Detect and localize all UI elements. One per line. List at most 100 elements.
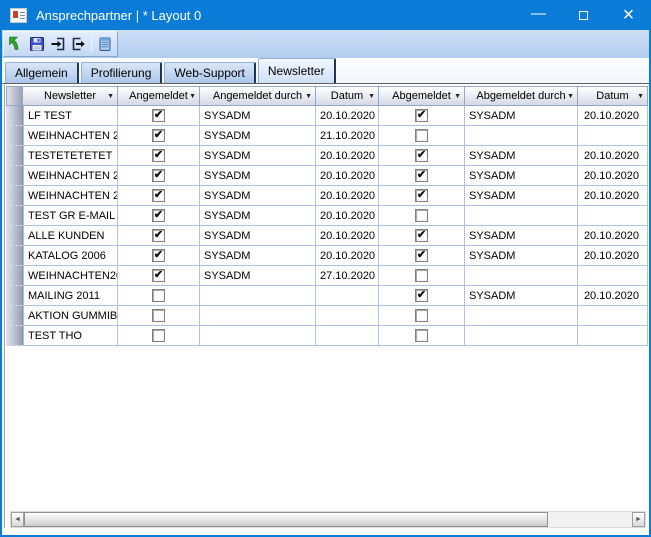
cell-newsletter[interactable]: ALLE KUNDEN (23, 226, 118, 246)
column-header-newsletter[interactable]: Newsletter▼ (23, 86, 118, 106)
cell-datum_an[interactable]: 20.10.2020 (316, 206, 379, 226)
column-header-angemeldet[interactable]: Angemeldet▼ (118, 86, 200, 106)
cell-abgemeldet_durch[interactable] (465, 306, 578, 326)
cell-abgemeldet_durch[interactable]: SYSADM (465, 246, 578, 266)
angemeldet-checkbox[interactable]: ✔ (152, 229, 165, 242)
cell-datum_ab[interactable]: 20.10.2020 (578, 286, 648, 306)
row-selector[interactable] (6, 266, 23, 286)
cell-angemeldet[interactable]: ✔ (118, 226, 200, 246)
abgemeldet-checkbox[interactable]: ✔ (415, 169, 428, 182)
row-selector[interactable] (6, 246, 23, 266)
cell-angemeldet_durch[interactable]: SYSADM (200, 106, 316, 126)
abgemeldet-checkbox[interactable]: ✔ (415, 229, 428, 242)
notes-button[interactable] (94, 33, 115, 55)
angemeldet-checkbox[interactable]: ✔ (152, 249, 165, 262)
horizontal-scrollbar[interactable]: ◄ ► (10, 511, 646, 528)
cell-abgemeldet_durch[interactable]: SYSADM (465, 106, 578, 126)
cell-angemeldet_durch[interactable] (200, 326, 316, 346)
cell-datum_an[interactable]: 20.10.2020 (316, 226, 379, 246)
cell-angemeldet[interactable]: ✔ (118, 206, 200, 226)
save-button[interactable] (27, 33, 48, 55)
cell-datum_an[interactable]: 20.10.2020 (316, 166, 379, 186)
column-header-abgemeldet[interactable]: Abgemeldet▼ (379, 86, 465, 106)
tab-allgemein[interactable]: Allgemein (5, 62, 79, 83)
cell-abgemeldet[interactable] (379, 206, 465, 226)
cell-datum_ab[interactable] (578, 306, 648, 326)
angemeldet-checkbox[interactable] (152, 309, 165, 322)
scroll-left-button[interactable]: ◄ (11, 512, 24, 527)
row-selector[interactable] (6, 186, 23, 206)
minimize-button[interactable]: — (516, 0, 561, 30)
row-selector[interactable] (6, 146, 23, 166)
angemeldet-checkbox[interactable]: ✔ (152, 129, 165, 142)
filter-dropdown-icon[interactable]: ▼ (454, 93, 461, 100)
cell-angemeldet[interactable]: ✔ (118, 106, 200, 126)
row-selector[interactable] (6, 166, 23, 186)
cell-newsletter[interactable]: WEIHNACHTEN 2 (23, 126, 118, 146)
cell-angemeldet_durch[interactable]: SYSADM (200, 166, 316, 186)
angemeldet-checkbox[interactable]: ✔ (152, 189, 165, 202)
cell-angemeldet_durch[interactable]: SYSADM (200, 126, 316, 146)
cell-angemeldet[interactable] (118, 306, 200, 326)
cell-newsletter[interactable]: WEIHNACHTEN20 (23, 266, 118, 286)
cell-angemeldet_durch[interactable] (200, 286, 316, 306)
cell-newsletter[interactable]: LF TEST (23, 106, 118, 126)
cell-angemeldet[interactable]: ✔ (118, 146, 200, 166)
scrollbar-track[interactable] (548, 512, 632, 527)
angemeldet-checkbox[interactable]: ✔ (152, 169, 165, 182)
cell-abgemeldet_durch[interactable]: SYSADM (465, 226, 578, 246)
angemeldet-checkbox[interactable]: ✔ (152, 269, 165, 282)
cell-datum_an[interactable]: 20.10.2020 (316, 246, 379, 266)
cell-newsletter[interactable]: KATALOG 2006 (23, 246, 118, 266)
abgemeldet-checkbox[interactable] (415, 129, 428, 142)
column-header-angemeldet-durch[interactable]: Angemeldet durch▼ (200, 86, 316, 106)
cell-abgemeldet[interactable]: ✔ (379, 246, 465, 266)
cell-angemeldet_durch[interactable]: SYSADM (200, 226, 316, 246)
cell-angemeldet[interactable] (118, 326, 200, 346)
cell-datum_ab[interactable] (578, 266, 648, 286)
cell-abgemeldet[interactable]: ✔ (379, 226, 465, 246)
cell-datum_an[interactable]: 27.10.2020 (316, 266, 379, 286)
cell-datum_an[interactable] (316, 326, 379, 346)
import-button[interactable] (48, 33, 69, 55)
abgemeldet-checkbox[interactable] (415, 309, 428, 322)
filter-dropdown-icon[interactable]: ▼ (189, 93, 196, 100)
maximize-button[interactable] (561, 0, 606, 30)
cell-newsletter[interactable]: TEST THO (23, 326, 118, 346)
cell-newsletter[interactable]: TESTETETETET (23, 146, 118, 166)
cell-datum_an[interactable]: 21.10.2020 (316, 126, 379, 146)
filter-dropdown-icon[interactable]: ▼ (368, 93, 375, 100)
cell-abgemeldet[interactable] (379, 126, 465, 146)
abgemeldet-checkbox[interactable]: ✔ (415, 149, 428, 162)
angemeldet-checkbox[interactable]: ✔ (152, 109, 165, 122)
cell-abgemeldet[interactable]: ✔ (379, 146, 465, 166)
cell-abgemeldet_durch[interactable]: SYSADM (465, 286, 578, 306)
cell-datum_ab[interactable]: 20.10.2020 (578, 186, 648, 206)
cell-abgemeldet[interactable]: ✔ (379, 106, 465, 126)
cell-newsletter[interactable]: MAILING 2011 (23, 286, 118, 306)
cell-abgemeldet_durch[interactable]: SYSADM (465, 146, 578, 166)
cell-abgemeldet[interactable] (379, 266, 465, 286)
abgemeldet-checkbox[interactable]: ✔ (415, 289, 428, 302)
cell-datum_an[interactable]: 20.10.2020 (316, 106, 379, 126)
cell-datum_ab[interactable]: 20.10.2020 (578, 226, 648, 246)
abgemeldet-checkbox[interactable]: ✔ (415, 249, 428, 262)
abgemeldet-checkbox[interactable]: ✔ (415, 109, 428, 122)
cell-abgemeldet[interactable]: ✔ (379, 166, 465, 186)
row-selector[interactable] (6, 206, 23, 226)
cell-abgemeldet_durch[interactable] (465, 266, 578, 286)
cell-datum_ab[interactable]: 20.10.2020 (578, 246, 648, 266)
cell-datum_an[interactable]: 20.10.2020 (316, 186, 379, 206)
cell-angemeldet_durch[interactable]: SYSADM (200, 206, 316, 226)
abgemeldet-checkbox[interactable] (415, 269, 428, 282)
filter-dropdown-icon[interactable]: ▼ (305, 93, 312, 100)
abgemeldet-checkbox[interactable] (415, 329, 428, 342)
cell-angemeldet_durch[interactable]: SYSADM (200, 266, 316, 286)
abgemeldet-checkbox[interactable]: ✔ (415, 189, 428, 202)
cell-abgemeldet_durch[interactable] (465, 126, 578, 146)
filter-dropdown-icon[interactable]: ▼ (637, 93, 644, 100)
angemeldet-checkbox[interactable] (152, 289, 165, 302)
cell-angemeldet_durch[interactable]: SYSADM (200, 246, 316, 266)
cell-abgemeldet_durch[interactable]: SYSADM (465, 166, 578, 186)
filter-dropdown-icon[interactable]: ▼ (107, 93, 114, 100)
